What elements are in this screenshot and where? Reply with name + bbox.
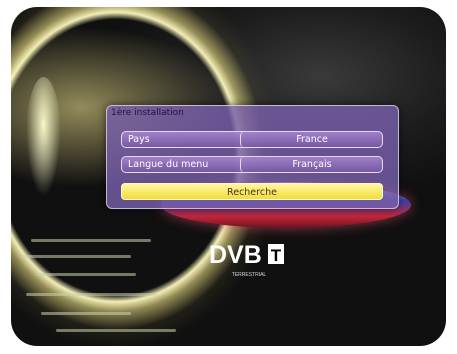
menu-language-label: Langue du menu <box>128 159 209 170</box>
water-reflection <box>31 239 151 242</box>
water-reflection <box>36 273 136 276</box>
t-badge-letter: T <box>271 246 282 265</box>
tv-screen: 1ère installation Pays France Langue du … <box>11 7 446 346</box>
water-reflection <box>21 255 131 258</box>
search-button[interactable]: Recherche <box>121 183 383 200</box>
water-reflection <box>56 329 176 332</box>
dvb-logo-text: DVB <box>209 241 262 269</box>
installation-menu: 1ère installation Pays France Langue du … <box>106 105 399 209</box>
dvb-t-logo: DVB T TERRESTRIAL <box>209 241 284 278</box>
menu-title: 1ère installation <box>111 108 184 118</box>
country-label: Pays <box>128 134 150 145</box>
water-reflection <box>26 293 156 296</box>
water-reflection <box>41 312 131 315</box>
country-value[interactable]: France <box>240 131 383 148</box>
country-row[interactable]: Pays France <box>121 131 383 148</box>
terrestrial-label: TERRESTRIAL <box>232 272 267 278</box>
menu-language-value[interactable]: Français <box>240 156 383 173</box>
menu-language-row[interactable]: Langue du menu Français <box>121 156 383 173</box>
moon-glow <box>26 77 61 197</box>
